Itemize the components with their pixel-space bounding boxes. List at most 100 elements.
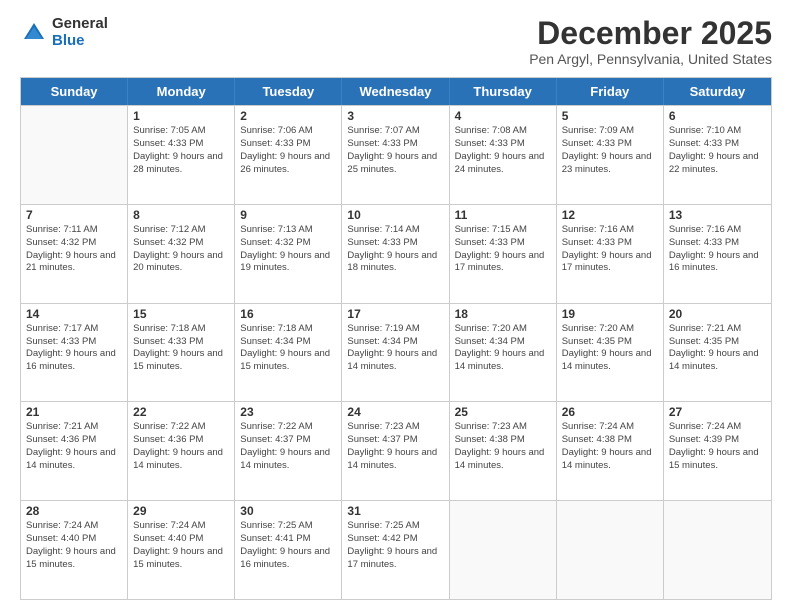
sunset-text: Sunset: 4:36 PM [26,434,122,447]
sunset-text: Sunset: 4:33 PM [562,138,658,151]
sunset-text: Sunset: 4:33 PM [562,237,658,250]
sunset-text: Sunset: 4:37 PM [347,434,443,447]
sunrise-text: Sunrise: 7:22 AM [133,421,229,434]
calendar-row-5: 28Sunrise: 7:24 AMSunset: 4:40 PMDayligh… [21,500,771,599]
day-cell-31: 31Sunrise: 7:25 AMSunset: 4:42 PMDayligh… [342,501,449,599]
day-cell-7: 7Sunrise: 7:11 AMSunset: 4:32 PMDaylight… [21,205,128,303]
daylight-text: Daylight: 9 hours and 21 minutes. [26,250,122,276]
header-day-wednesday: Wednesday [342,78,449,105]
daylight-text: Daylight: 9 hours and 14 minutes. [669,348,766,374]
day-cell-9: 9Sunrise: 7:13 AMSunset: 4:32 PMDaylight… [235,205,342,303]
day-cell-28: 28Sunrise: 7:24 AMSunset: 4:40 PMDayligh… [21,501,128,599]
sunset-text: Sunset: 4:36 PM [133,434,229,447]
sunrise-text: Sunrise: 7:24 AM [562,421,658,434]
sunrise-text: Sunrise: 7:07 AM [347,125,443,138]
sunrise-text: Sunrise: 7:24 AM [133,520,229,533]
sunrise-text: Sunrise: 7:08 AM [455,125,551,138]
day-cell-26: 26Sunrise: 7:24 AMSunset: 4:38 PMDayligh… [557,402,664,500]
day-number: 13 [669,208,766,222]
day-cell-21: 21Sunrise: 7:21 AMSunset: 4:36 PMDayligh… [21,402,128,500]
daylight-text: Daylight: 9 hours and 20 minutes. [133,250,229,276]
sunset-text: Sunset: 4:32 PM [26,237,122,250]
sunset-text: Sunset: 4:35 PM [562,336,658,349]
sunrise-text: Sunrise: 7:19 AM [347,323,443,336]
daylight-text: Daylight: 9 hours and 16 minutes. [669,250,766,276]
day-cell-30: 30Sunrise: 7:25 AMSunset: 4:41 PMDayligh… [235,501,342,599]
sunset-text: Sunset: 4:33 PM [455,237,551,250]
logo-blue: Blue [52,33,108,50]
day-number: 23 [240,405,336,419]
sunrise-text: Sunrise: 7:17 AM [26,323,122,336]
header: General Blue December 2025 Pen Argyl, Pe… [20,16,772,67]
daylight-text: Daylight: 9 hours and 17 minutes. [562,250,658,276]
daylight-text: Daylight: 9 hours and 14 minutes. [562,447,658,473]
sunrise-text: Sunrise: 7:18 AM [240,323,336,336]
sunset-text: Sunset: 4:41 PM [240,533,336,546]
day-cell-5: 5Sunrise: 7:09 AMSunset: 4:33 PMDaylight… [557,106,664,204]
daylight-text: Daylight: 9 hours and 18 minutes. [347,250,443,276]
daylight-text: Daylight: 9 hours and 14 minutes. [26,447,122,473]
day-number: 27 [669,405,766,419]
daylight-text: Daylight: 9 hours and 14 minutes. [455,447,551,473]
daylight-text: Daylight: 9 hours and 16 minutes. [26,348,122,374]
daylight-text: Daylight: 9 hours and 15 minutes. [669,447,766,473]
header-day-monday: Monday [128,78,235,105]
day-number: 3 [347,109,443,123]
day-number: 10 [347,208,443,222]
logo: General Blue [20,16,108,49]
logo-text: General Blue [52,16,108,49]
day-number: 20 [669,307,766,321]
sunrise-text: Sunrise: 7:22 AM [240,421,336,434]
daylight-text: Daylight: 9 hours and 26 minutes. [240,151,336,177]
sunrise-text: Sunrise: 7:25 AM [347,520,443,533]
sunset-text: Sunset: 4:35 PM [669,336,766,349]
sunrise-text: Sunrise: 7:21 AM [669,323,766,336]
daylight-text: Daylight: 9 hours and 25 minutes. [347,151,443,177]
sunrise-text: Sunrise: 7:18 AM [133,323,229,336]
calendar-body: 1Sunrise: 7:05 AMSunset: 4:33 PMDaylight… [21,105,771,599]
sunset-text: Sunset: 4:33 PM [347,237,443,250]
day-cell-3: 3Sunrise: 7:07 AMSunset: 4:33 PMDaylight… [342,106,449,204]
sunset-text: Sunset: 4:40 PM [133,533,229,546]
daylight-text: Daylight: 9 hours and 14 minutes. [347,447,443,473]
daylight-text: Daylight: 9 hours and 15 minutes. [133,348,229,374]
location-subtitle: Pen Argyl, Pennsylvania, United States [529,51,772,67]
sunset-text: Sunset: 4:38 PM [455,434,551,447]
sunrise-text: Sunrise: 7:23 AM [455,421,551,434]
day-cell-11: 11Sunrise: 7:15 AMSunset: 4:33 PMDayligh… [450,205,557,303]
day-number: 29 [133,504,229,518]
daylight-text: Daylight: 9 hours and 14 minutes. [562,348,658,374]
header-day-sunday: Sunday [21,78,128,105]
sunrise-text: Sunrise: 7:16 AM [562,224,658,237]
day-number: 21 [26,405,122,419]
day-cell-10: 10Sunrise: 7:14 AMSunset: 4:33 PMDayligh… [342,205,449,303]
day-number: 2 [240,109,336,123]
day-cell-1: 1Sunrise: 7:05 AMSunset: 4:33 PMDaylight… [128,106,235,204]
day-cell-6: 6Sunrise: 7:10 AMSunset: 4:33 PMDaylight… [664,106,771,204]
daylight-text: Daylight: 9 hours and 23 minutes. [562,151,658,177]
header-day-saturday: Saturday [664,78,771,105]
sunrise-text: Sunrise: 7:20 AM [562,323,658,336]
sunset-text: Sunset: 4:33 PM [669,138,766,151]
day-number: 18 [455,307,551,321]
sunrise-text: Sunrise: 7:10 AM [669,125,766,138]
day-number: 31 [347,504,443,518]
page: General Blue December 2025 Pen Argyl, Pe… [0,0,792,612]
empty-cell [664,501,771,599]
day-cell-27: 27Sunrise: 7:24 AMSunset: 4:39 PMDayligh… [664,402,771,500]
sunset-text: Sunset: 4:34 PM [240,336,336,349]
day-number: 1 [133,109,229,123]
day-number: 5 [562,109,658,123]
day-number: 19 [562,307,658,321]
daylight-text: Daylight: 9 hours and 24 minutes. [455,151,551,177]
month-title: December 2025 [529,16,772,51]
sunrise-text: Sunrise: 7:16 AM [669,224,766,237]
day-cell-14: 14Sunrise: 7:17 AMSunset: 4:33 PMDayligh… [21,304,128,402]
calendar-row-4: 21Sunrise: 7:21 AMSunset: 4:36 PMDayligh… [21,401,771,500]
day-cell-12: 12Sunrise: 7:16 AMSunset: 4:33 PMDayligh… [557,205,664,303]
sunset-text: Sunset: 4:33 PM [133,138,229,151]
day-number: 6 [669,109,766,123]
daylight-text: Daylight: 9 hours and 15 minutes. [133,546,229,572]
empty-cell [450,501,557,599]
empty-cell [557,501,664,599]
